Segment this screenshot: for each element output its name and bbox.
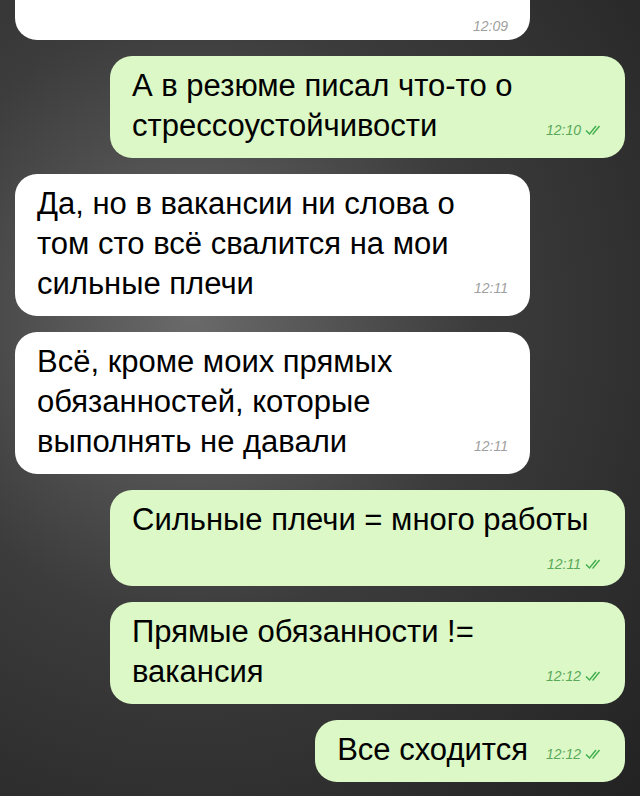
message-row: Всё, кроме моих прямых обязанностей, кот… bbox=[15, 332, 625, 474]
message-row: Все сходится 12:12 bbox=[15, 720, 625, 782]
read-check-icon bbox=[585, 748, 603, 760]
message-text: Всё, кроме моих прямых обязанностей, кот… bbox=[37, 344, 392, 459]
message-time: 12:10 bbox=[546, 120, 603, 140]
message-row: Сильные плечи = много работы 12:11 bbox=[15, 490, 625, 586]
message-time: 12:11 bbox=[474, 278, 508, 298]
message-text: Все сходится bbox=[337, 732, 528, 767]
message-bubble[interactable]: Сильные плечи = много работы 12:11 bbox=[110, 490, 625, 586]
message-row: А в резюме писал что-то о стрессоустойчи… bbox=[15, 56, 625, 158]
message-bubble[interactable]: Всё, кроме моих прямых обязанностей, кот… bbox=[15, 332, 530, 474]
message-time: 12:09 bbox=[473, 16, 508, 36]
message-time: 12:11 bbox=[474, 436, 508, 456]
message-time: 12:12 bbox=[546, 666, 603, 686]
message-bubble[interactable]: Прямые обязанности != вакансия 12:12 bbox=[110, 602, 625, 704]
message-text: Да, но в вакансии ни слова о том сто всё… bbox=[37, 186, 455, 301]
message-bubble[interactable]: Все сходится 12:12 bbox=[315, 720, 625, 782]
read-check-icon bbox=[585, 558, 603, 570]
message-bubble[interactable]: А в резюме писал что-то о стрессоустойчи… bbox=[110, 56, 625, 158]
message-text: Сильные плечи = много работы bbox=[132, 502, 589, 537]
message-text: А в резюме писал что-то о стрессоустойчи… bbox=[132, 68, 513, 143]
message-bubble[interactable]: 12:09 bbox=[15, 0, 530, 40]
message-row: Прямые обязанности != вакансия 12:12 bbox=[15, 602, 625, 704]
chat-screen: 12:09 А в резюме писал что-то о стрессоус… bbox=[0, 0, 640, 796]
message-time: 12:12 bbox=[546, 744, 603, 764]
message-bubble[interactable]: Да, но в вакансии ни слова о том сто всё… bbox=[15, 174, 530, 316]
read-check-icon bbox=[585, 124, 603, 136]
message-time: 12:11 bbox=[547, 554, 603, 574]
message-row: Да, но в вакансии ни слова о том сто всё… bbox=[15, 174, 625, 316]
message-row: 12:09 bbox=[15, 0, 625, 40]
read-check-icon bbox=[585, 670, 603, 682]
message-text: Прямые обязанности != вакансия bbox=[132, 614, 474, 689]
